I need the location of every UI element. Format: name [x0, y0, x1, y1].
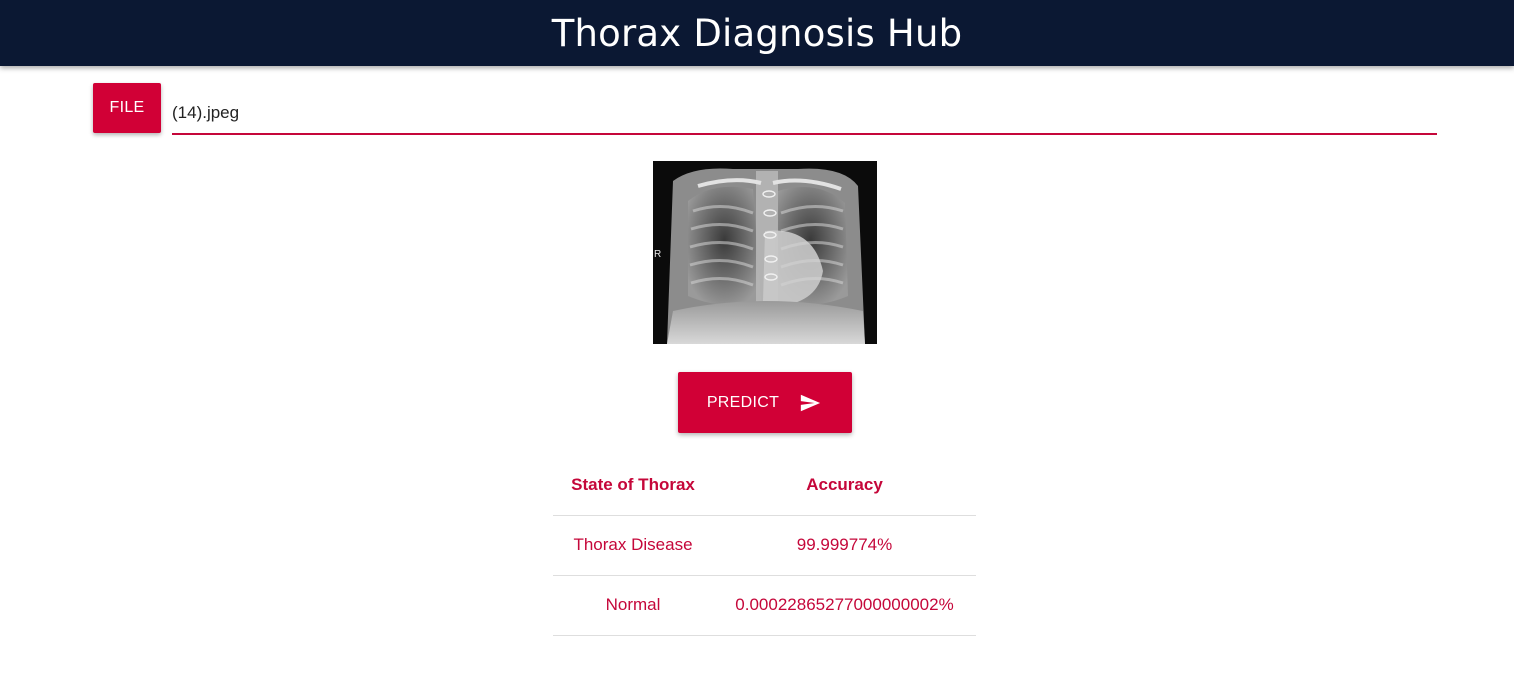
- predict-button[interactable]: PREDICT: [678, 372, 852, 433]
- header-accuracy: Accuracy: [713, 455, 976, 516]
- predict-button-label: PREDICT: [706, 393, 780, 411]
- row-state-cell: Normal: [553, 575, 713, 636]
- results-header-row: State of Thorax Accuracy: [553, 455, 976, 516]
- file-path-input[interactable]: [172, 92, 1437, 135]
- row-accuracy-cell: 0.00022865277000000002%: [713, 575, 976, 636]
- app-title: Thorax Diagnosis Hub: [551, 11, 963, 55]
- row-accuracy-cell: 99.999774%: [713, 515, 976, 576]
- xray-preview-image: R: [653, 161, 877, 344]
- results-table: State of Thorax Accuracy Thorax Disease …: [553, 455, 976, 636]
- header-state: State of Thorax: [553, 455, 713, 516]
- xray-side-marker: R: [654, 249, 661, 260]
- row-state-cell: Thorax Disease: [553, 515, 713, 576]
- file-button[interactable]: FILE: [93, 83, 161, 133]
- app-header: Thorax Diagnosis Hub: [0, 0, 1514, 66]
- table-row: Thorax Disease 99.999774%: [553, 515, 976, 576]
- send-icon: [797, 392, 823, 414]
- table-row: Normal 0.00022865277000000002%: [553, 575, 976, 636]
